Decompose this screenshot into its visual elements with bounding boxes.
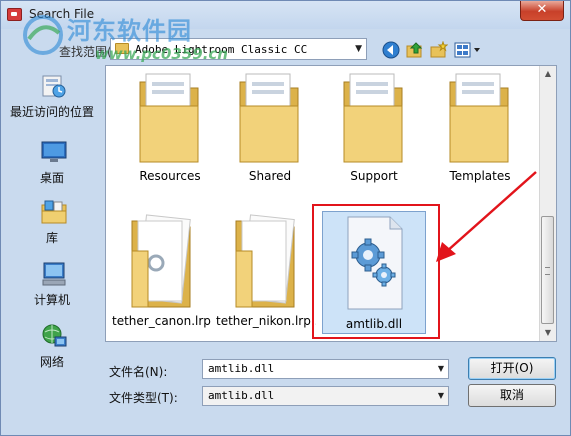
scroll-thumb[interactable] (541, 216, 554, 324)
file-name: Support (350, 169, 398, 183)
recent-places-icon (41, 73, 67, 99)
close-button[interactable]: ✕ (520, 1, 564, 21)
folder-icon (239, 73, 299, 163)
place-label: 桌面 (39, 171, 64, 185)
place-computer[interactable]: 计算机 (3, 259, 101, 317)
place-library[interactable]: 库 (3, 197, 101, 255)
place-label: 网络 (39, 355, 64, 369)
lookin-value: Adobe Lightroom Classic CC (135, 43, 308, 56)
filetype-value: amtlib.dll (208, 389, 275, 402)
folder-open-icon (131, 214, 191, 308)
new-folder-icon (430, 40, 449, 58)
new-folder-button[interactable] (430, 40, 449, 59)
lookin-dropdown[interactable]: Adobe Lightroom Classic CC ▼ (110, 38, 367, 60)
place-label: 计算机 (33, 293, 70, 307)
up-folder-icon (406, 42, 423, 58)
file-item-tether-nikon[interactable]: tether_nikon.lrp... (216, 211, 316, 341)
library-icon (41, 199, 67, 225)
place-label: 最近访问的位置 (9, 105, 94, 119)
file-name: Resources (139, 169, 201, 183)
filetype-label: 文件类型(T): (109, 391, 178, 405)
filename-input[interactable]: amtlib.dll ▼ (202, 359, 449, 379)
place-desktop[interactable]: 桌面 (3, 137, 101, 195)
file-item-shared[interactable]: Shared (220, 66, 320, 204)
file-list[interactable]: Resources Shared Support Templates tethe… (105, 65, 557, 342)
network-icon (41, 323, 67, 349)
desktop-icon (41, 139, 67, 165)
file-item-tether-canon[interactable]: tether_canon.lrp... (112, 211, 212, 341)
chevron-down-icon: ▼ (355, 44, 362, 54)
file-item-resources[interactable]: Resources (120, 66, 220, 204)
view-menu-button[interactable] (454, 41, 482, 59)
annotation-arrow-icon (436, 171, 537, 262)
folder-icon (343, 73, 403, 163)
filename-value: amtlib.dll (208, 362, 275, 375)
file-name: tether_canon.lrp... (112, 314, 212, 328)
window-title: Search File (29, 7, 95, 21)
file-name: tether_nikon.lrp... (216, 314, 316, 328)
file-dialog: Search File ✕ 查找范围(I): Adobe Lightroom C… (0, 0, 571, 436)
annotation-box (312, 204, 440, 339)
cancel-button[interactable]: 取消 (468, 384, 556, 407)
up-folder-button[interactable] (406, 41, 424, 59)
open-button[interactable]: 打开(O) (468, 357, 556, 380)
place-network[interactable]: 网络 (3, 321, 101, 379)
place-recent[interactable]: 最近访问的位置 (3, 71, 101, 129)
scroll-up-icon[interactable]: ▲ (540, 66, 556, 82)
folder-icon (449, 73, 509, 163)
back-button[interactable] (382, 41, 400, 59)
filename-label: 文件名(N): (109, 365, 168, 379)
chevron-down-icon[interactable]: ▼ (438, 391, 444, 400)
filetype-select[interactable]: amtlib.dll ▼ (202, 386, 449, 406)
file-name: Shared (248, 169, 292, 183)
place-label: 库 (45, 231, 58, 245)
app-icon (7, 8, 22, 21)
computer-icon (41, 261, 67, 287)
folder-icon (115, 43, 129, 54)
folder-icon (139, 73, 199, 163)
view-grid-icon (454, 42, 480, 58)
title-bar[interactable]: Search File ✕ (1, 1, 570, 29)
file-item-support[interactable]: Support (324, 66, 424, 204)
folder-open-icon (235, 214, 295, 308)
scroll-down-icon[interactable]: ▼ (540, 325, 556, 341)
back-arrow-icon (382, 41, 400, 59)
chevron-down-icon[interactable]: ▼ (438, 364, 444, 373)
vertical-scrollbar[interactable]: ▲ ▼ (539, 66, 556, 341)
